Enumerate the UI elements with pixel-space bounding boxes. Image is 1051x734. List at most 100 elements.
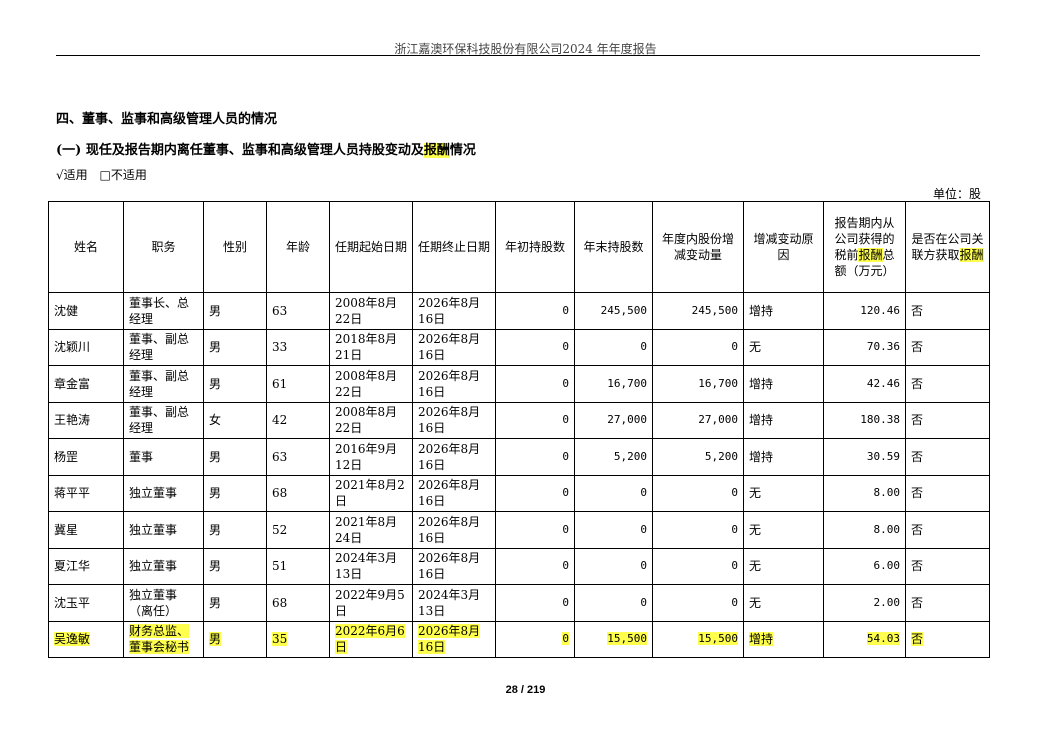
cell-term-end: 2026年8月16日 — [412, 401, 496, 439]
not-applicable-option: □不适用 — [99, 168, 147, 182]
cell-shares-begin: 0 — [495, 328, 575, 366]
header-shares-begin: 年初持股数 — [495, 201, 575, 293]
cell-position: 董事、副总经理 — [123, 328, 204, 366]
cell-text: 0 — [731, 559, 738, 573]
cell-text: 15,500 — [698, 632, 738, 646]
cell-change-reason: 增持 — [743, 292, 824, 330]
cell-term-end: 2026年8月16日 — [412, 292, 496, 330]
cell-pretax-pay: 180.38 — [823, 401, 906, 439]
cell-shares-begin: 0 — [495, 474, 575, 512]
header-shares-end: 年末持股数 — [574, 201, 653, 293]
cell-text: 15,500 — [607, 632, 647, 646]
table-row: 夏江华 独立董事男 51 2024年3月13日 2026年8月16日 0 0 0 无 6.00 否 — [48, 547, 990, 585]
cell-text: 董事长、总经理 — [129, 295, 190, 326]
header-gender: 性别 — [203, 201, 267, 293]
cell-shares-begin: 0 — [495, 438, 575, 476]
cell-text: 男 — [209, 559, 222, 574]
table-row: 章金富 董事、副总经理 男 61 2008年8月22日 2026年8月16日 0 16,700… — [48, 365, 990, 403]
cell-text: 180.38 — [860, 413, 900, 427]
cell-text: 120.46 — [860, 303, 900, 317]
table-row: 吴逸敏 财务总监、董事会秘书 男 35 2022年6月6日 2026年8月16日 0 15,5… — [48, 620, 990, 658]
cell-term-start: 2022年6月6日 — [329, 620, 413, 658]
cell-name: 冀星 — [48, 511, 124, 549]
cell-pretax-pay: 6.00 — [823, 547, 906, 585]
cell-shares-begin: 0 — [495, 401, 575, 439]
cell-change-reason: 无 — [743, 474, 824, 512]
cell-age: 42 — [266, 401, 330, 439]
cell-text: 董事 — [129, 449, 154, 464]
cell-text: 0 — [562, 340, 569, 354]
cell-shares-begin: 0 — [495, 365, 575, 403]
cell-shares-change: 0 — [652, 474, 744, 512]
cell-text: 30.59 — [866, 449, 900, 463]
cell-text: 财务总监、董事会秘书 — [129, 624, 190, 655]
header-age: 年龄 — [266, 201, 330, 293]
cell-text: 0 — [562, 559, 569, 573]
cell-shares-begin: 0 — [495, 620, 575, 658]
table-row: 冀星 独立董事男 52 2021年8月24日 2026年8月16日 0 0 0 无 8.00 否 — [48, 511, 990, 549]
subsection-title-highlight: 报酬 — [423, 143, 450, 158]
cell-term-end: 2026年8月16日 — [412, 620, 496, 658]
cell-text: 63 — [272, 303, 288, 318]
cell-shares-change: 245,500 — [652, 292, 744, 330]
cell-text: 0 — [562, 486, 569, 500]
cell-related-pay: 否 — [905, 620, 990, 658]
cell-text: 独立董事 — [129, 486, 178, 501]
table-row: 沈健 董事长、总经理 男 63 2008年8月22日 2026年8月16日 0 245,500… — [48, 292, 990, 330]
cell-shares-end: 0 — [574, 511, 653, 549]
cell-term-start: 2016年9月12日 — [329, 438, 413, 476]
header-shares-change: 年度内股份增减变动量 — [652, 201, 744, 293]
header-divider — [56, 55, 980, 56]
cell-gender: 男 — [203, 292, 267, 330]
header-term-start: 任期起始日期 — [329, 201, 413, 293]
cell-text: 男 — [209, 340, 222, 355]
cell-term-start: 2022年9月5日 — [329, 584, 413, 622]
table-header-row: 姓名 职务 性别 年龄 任期起始日期 任期终止日期 年初持股数 年末持股数 年度… — [48, 201, 990, 293]
cell-gender: 男 — [203, 438, 267, 476]
cell-text: 42 — [272, 413, 288, 428]
subsection-title-prefix: (一) 现任及报告期内离任董事、监事和高级管理人员持股变动及 — [56, 143, 424, 158]
cell-age: 35 — [266, 620, 330, 658]
cell-change-reason: 无 — [743, 511, 824, 549]
cell-text: 董事、副总经理 — [129, 368, 190, 399]
cell-term-start: 2008年8月22日 — [329, 401, 413, 439]
cell-pretax-pay: 2.00 — [823, 584, 906, 622]
cell-related-pay: 否 — [905, 292, 990, 330]
cell-text: 245,500 — [600, 303, 647, 317]
cell-age: 68 — [266, 584, 330, 622]
cell-related-pay: 否 — [905, 584, 990, 622]
cell-position: 董事 — [123, 438, 204, 476]
cell-term-end: 2026年8月16日 — [412, 547, 496, 585]
cell-change-reason: 无 — [743, 547, 824, 585]
header-change-reason: 增减变动原因 — [743, 201, 824, 293]
table-body: 沈健 董事长、总经理男 63 2008年8月22日 2026年8月16日 0 245,500… — [48, 292, 990, 658]
cell-text: 无 — [749, 522, 762, 537]
header-name: 姓名 — [48, 201, 124, 293]
cell-text: 2026年8月16日 — [418, 368, 481, 399]
cell-text: 否 — [911, 413, 924, 428]
cell-text: 否 — [911, 376, 924, 391]
cell-position: 独立董事 — [123, 547, 204, 585]
cell-text: 27,000 — [607, 413, 647, 427]
cell-pretax-pay: 70.36 — [823, 328, 906, 366]
cell-shares-end: 27,000 — [574, 401, 653, 439]
subsection-title: (一) 现任及报告期内离任董事、监事和高级管理人员持股变动及报酬情况 — [56, 139, 476, 158]
cell-term-end: 2026年8月16日 — [412, 511, 496, 549]
cell-text: 0 — [640, 340, 647, 354]
cell-position: 董事长、总经理 — [123, 292, 204, 330]
cell-text: 增持 — [749, 413, 774, 428]
cell-change-reason: 增持 — [743, 401, 824, 439]
cell-text: 2018年8月21日 — [335, 332, 398, 363]
cell-text: 42.46 — [866, 376, 900, 390]
cell-age: 33 — [266, 328, 330, 366]
cell-text: 51 — [272, 559, 288, 574]
cell-text: 0 — [562, 449, 569, 463]
cell-text: 0 — [731, 486, 738, 500]
cell-text: 2026年8月16日 — [418, 441, 481, 472]
page-number: 28 / 219 — [505, 684, 546, 696]
cell-text: 否 — [911, 595, 924, 610]
cell-text: 增持 — [749, 449, 774, 464]
cell-text: 独立董事 — [129, 559, 178, 574]
cell-shares-end: 0 — [574, 584, 653, 622]
cell-text: 沈健 — [54, 303, 79, 318]
